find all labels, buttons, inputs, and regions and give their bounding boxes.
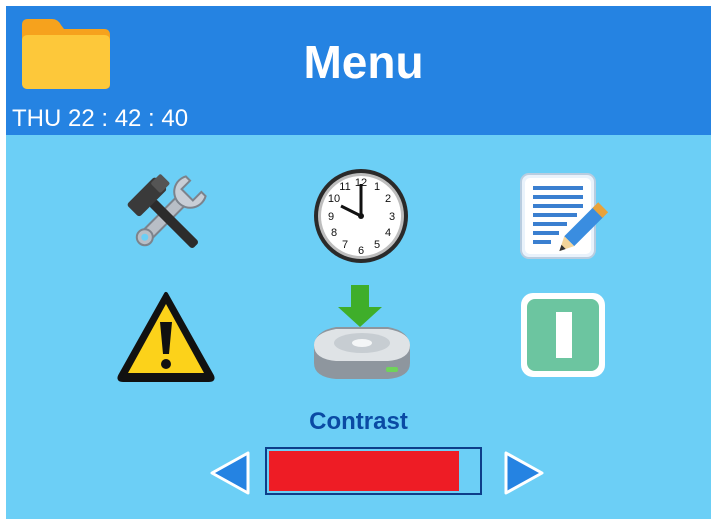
contrast-bar-fill <box>269 451 459 491</box>
warning-icon[interactable] <box>116 288 216 388</box>
tools-icon[interactable] <box>116 166 216 266</box>
svg-text:1: 1 <box>374 181 380 193</box>
arrow-right-icon[interactable] <box>502 450 546 496</box>
svg-text:8: 8 <box>331 227 337 239</box>
download-icon[interactable] <box>306 281 416 386</box>
arrow-left-icon[interactable] <box>208 450 252 496</box>
svg-text:7: 7 <box>342 239 348 251</box>
contrast-label: Contrast <box>309 408 408 435</box>
contrast-bar[interactable] <box>265 447 482 495</box>
screen: Menu THU 22 : 42 : 40 12 1 2 345 678 9 10 11 <box>6 6 711 519</box>
svg-text:9: 9 <box>328 211 334 223</box>
datetime-readout: THU 22 : 42 : 40 <box>12 105 189 132</box>
pause-icon[interactable] <box>511 288 611 388</box>
clock-icon[interactable]: 12 12 345 678 91011 <box>311 166 411 266</box>
svg-text:2: 2 <box>385 193 391 205</box>
svg-text:5: 5 <box>374 239 380 251</box>
svg-text:6: 6 <box>358 245 364 257</box>
svg-text:3: 3 <box>389 211 395 223</box>
notes-icon[interactable] <box>511 166 611 266</box>
svg-text:4: 4 <box>385 227 391 239</box>
page-title: Menu <box>303 36 424 88</box>
svg-text:11: 11 <box>339 181 350 193</box>
svg-text:10: 10 <box>328 193 340 205</box>
header-bar: Menu THU 22 : 42 : 40 <box>6 6 711 135</box>
